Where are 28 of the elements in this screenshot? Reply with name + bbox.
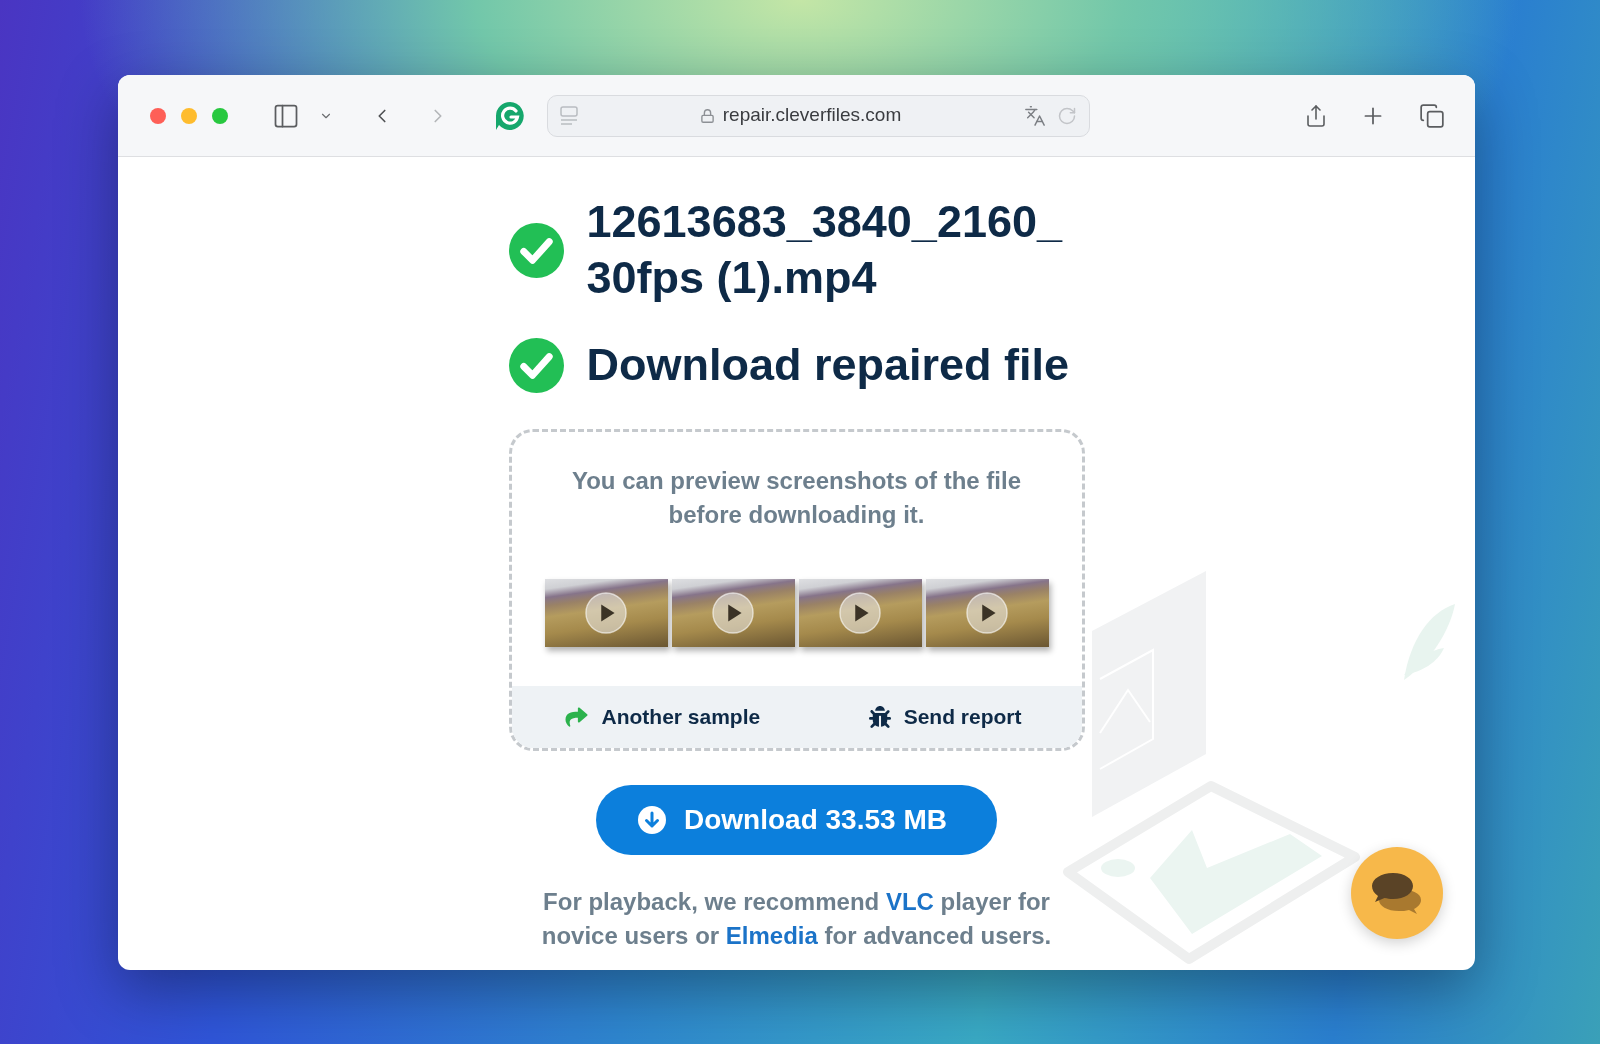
close-icon[interactable] <box>150 107 166 124</box>
play-icon[interactable] <box>965 592 1008 634</box>
tabs-icon[interactable] <box>1419 102 1445 129</box>
play-icon[interactable] <box>711 592 754 634</box>
step-title: Download repaired file <box>586 338 1071 392</box>
bug-icon <box>868 706 891 728</box>
link[interactable]: Elmedia <box>725 922 818 949</box>
lock-icon <box>699 106 715 125</box>
play-icon[interactable] <box>838 592 881 634</box>
download-icon <box>638 806 666 834</box>
link[interactable]: VLC <box>885 888 934 915</box>
thumbnail-placeholder[interactable] <box>798 579 922 647</box>
playback-note: For playback, we recommend VLC player for novice users or Elmedia for advanced users. <box>540 887 1053 951</box>
translate-icon[interactable] <box>1023 104 1047 127</box>
url-text: repair.cleverfiles.com <box>722 103 902 128</box>
play-icon[interactable] <box>584 592 627 634</box>
address-bar[interactable]: repair.cleverfiles.com <box>547 94 1090 137</box>
thumbnail-placeholder[interactable] <box>671 579 795 647</box>
thumbnail-placeholder[interactable] <box>925 579 1049 647</box>
send-report-button[interactable]: Send report <box>868 701 1022 733</box>
curved-arrow-icon <box>563 706 589 728</box>
logo-icon[interactable] <box>495 100 525 131</box>
step-title: 12613683_3840_2160_30fps (1).mp4 <box>586 195 1064 305</box>
chat-button[interactable] <box>1351 847 1443 939</box>
download-button[interactable]: Download 33.53 MB <box>596 785 997 855</box>
another-sample-button[interactable]: Another sample <box>563 701 761 733</box>
preview-message: You can preview screenshots of the file before downloading it. <box>571 466 1022 530</box>
thumbnail-placeholder[interactable] <box>544 579 668 647</box>
